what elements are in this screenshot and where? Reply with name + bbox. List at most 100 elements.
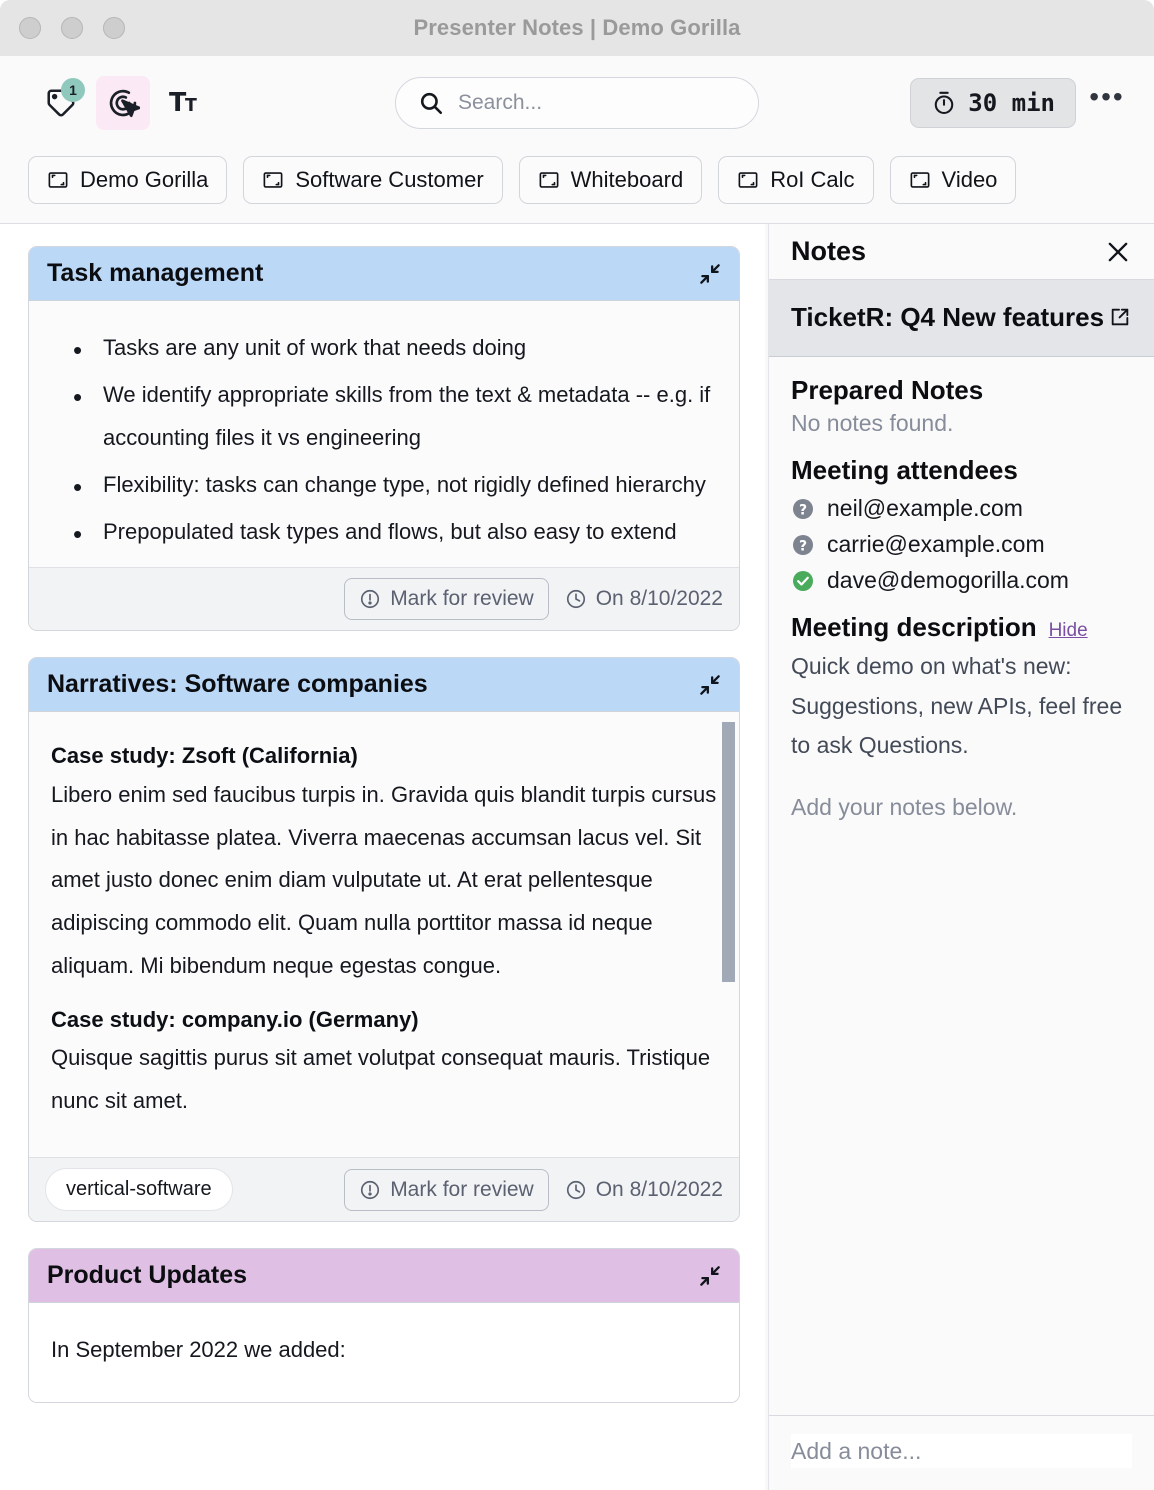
bullet-list: Tasks are any unit of work that needs do… [51,325,717,559]
svg-text:?: ? [799,538,807,554]
tag-button[interactable]: 1 [34,76,88,130]
card-title: Task management [47,259,264,287]
status-accepted-icon [793,570,813,591]
card-header: Product Updates [29,1249,739,1304]
maximize-window-button[interactable] [103,17,125,39]
card-narratives-software-companies: Narratives: Software companies Case stud… [28,657,740,1223]
external-link-icon [1111,308,1129,326]
timer-button[interactable]: 30 min [910,78,1076,128]
text-size-button[interactable]: T T [158,76,212,130]
window-title: Presenter Notes | Demo Gorilla [413,15,741,40]
case-study-heading: Case study: company.io (Germany) [51,1007,419,1033]
card-scrollbar[interactable] [722,722,735,983]
close-notes-button[interactable] [1104,238,1132,266]
close-icon [1108,242,1128,261]
card-date-label: On 8/10/2022 [595,587,723,611]
collapse-button[interactable] [697,672,723,698]
card-header: Narratives: Software companies [29,658,739,713]
meeting-title: TicketR: Q4 New features [791,302,1105,332]
attendee-row: ? neil@example.com [791,495,1132,522]
card-footer: vertical-software Mark for review On 8/1… [29,1157,739,1222]
svg-text:T: T [185,96,197,116]
cursor-target-icon [109,89,140,118]
list-item: We identify appropriate skills from the … [51,372,717,460]
app-body: Task management Tasks are any unit of wo… [0,224,1154,1490]
description-title-row: Meeting description Hide [791,612,1132,643]
case-study-text: Quisque sagittis purus sit amet volutpat… [51,1045,711,1114]
mark-for-review-label: Mark for review [390,1177,534,1201]
external-link-button[interactable] [1109,306,1131,328]
add-notes-hint: Add your notes below. [791,793,1018,820]
status-unknown-icon: ? [793,534,813,555]
attendee-row: dave@demogorilla.com [791,567,1132,594]
card-footer: Mark for review On 8/10/2022 [29,567,739,631]
collapse-icon [700,675,720,695]
collapse-icon [700,263,720,284]
card-date: On 8/10/2022 [565,1178,723,1202]
case-study-text: Libero enim sed faucibus turpis in. Grav… [51,781,717,979]
card-title: Product Updates [47,1261,248,1290]
card-body: Tasks are any unit of work that needs do… [29,301,739,568]
more-options-button[interactable]: ••• [1084,80,1130,126]
meeting-title-row[interactable]: TicketR: Q4 New features [769,280,1154,358]
toolbar-right-group: 30 min ••• [910,78,1130,128]
card-date: On 8/10/2022 [565,587,723,611]
attendees-title: Meeting attendees [791,455,1018,486]
tab-bar: Demo Gorilla Software Customer Whiteboar… [0,150,1154,224]
tab-roi-calc[interactable]: RoI Calc [718,155,874,204]
tab-label: Software Customer [295,166,484,192]
collapse-button[interactable] [697,261,723,287]
collapse-button[interactable] [697,1263,723,1289]
presentation-icon [539,171,559,188]
tab-demo-gorilla[interactable]: Demo Gorilla [28,155,228,204]
card-tag[interactable]: vertical-software [45,1168,233,1212]
tab-video[interactable]: Video [889,155,1017,204]
presentation-icon [910,171,929,188]
card-body: Case study: Zsoft (California) Libero en… [29,712,739,1158]
hide-description-link[interactable]: Hide [1049,620,1088,642]
toolbar: 1 T T Search... 30 min ••• [0,56,1154,150]
description-title: Meeting description [791,612,1037,643]
note-input-area [769,1415,1154,1490]
search-box[interactable]: Search... [395,77,759,129]
attendee-email: dave@demogorilla.com [827,567,1069,594]
attendee-email: neil@example.com [827,495,1023,522]
card-date-label: On 8/10/2022 [595,1177,723,1201]
text-size-icon: T T [169,87,197,117]
notes-panel: Notes TicketR: Q4 New features Prepared … [768,224,1154,1490]
clock-icon [566,590,585,609]
add-note-input[interactable] [791,1434,1132,1468]
alert-circle-icon [361,1180,380,1200]
description-text: Quick demo on what's new: Suggestions, n… [791,653,1123,759]
mark-for-review-button[interactable]: Mark for review [344,1168,549,1211]
collapse-icon [700,1266,720,1286]
card-header: Task management [29,247,739,301]
mark-for-review-button[interactable]: Mark for review [344,578,549,621]
close-window-button[interactable] [19,17,41,39]
cursor-target-button[interactable] [96,76,150,130]
tab-whiteboard[interactable]: Whiteboard [518,155,703,204]
toolbar-icon-group: 1 T T [34,76,212,130]
attendee-row: ? carrie@example.com [791,531,1132,558]
list-item: Flexibility: tasks can change type, not … [51,462,717,513]
attendee-email: carrie@example.com [827,531,1045,558]
search-icon [420,92,443,115]
clock-icon [566,1180,585,1200]
mark-for-review-label: Mark for review [390,587,534,611]
slides-column: Task management Tasks are any unit of wo… [0,224,768,1490]
timer-label: 30 min [968,89,1055,117]
notes-header: Notes [769,224,1154,280]
alert-circle-icon [361,590,380,609]
tab-software-customer[interactable]: Software Customer [243,155,503,204]
list-item: Tasks are any unit of work that needs do… [51,325,717,376]
traffic-lights [19,17,125,39]
card-task-management: Task management Tasks are any unit of wo… [28,246,740,632]
minimize-window-button[interactable] [61,17,83,39]
presentation-icon [263,171,283,188]
stopwatch-icon [935,91,954,114]
title-bar: Presenter Notes | Demo Gorilla [0,0,1154,56]
search-input[interactable]: Search... [458,91,542,115]
tag-count-badge: 1 [61,78,85,102]
card-title: Narratives: Software companies [47,670,428,699]
notes-title: Notes [791,236,867,266]
